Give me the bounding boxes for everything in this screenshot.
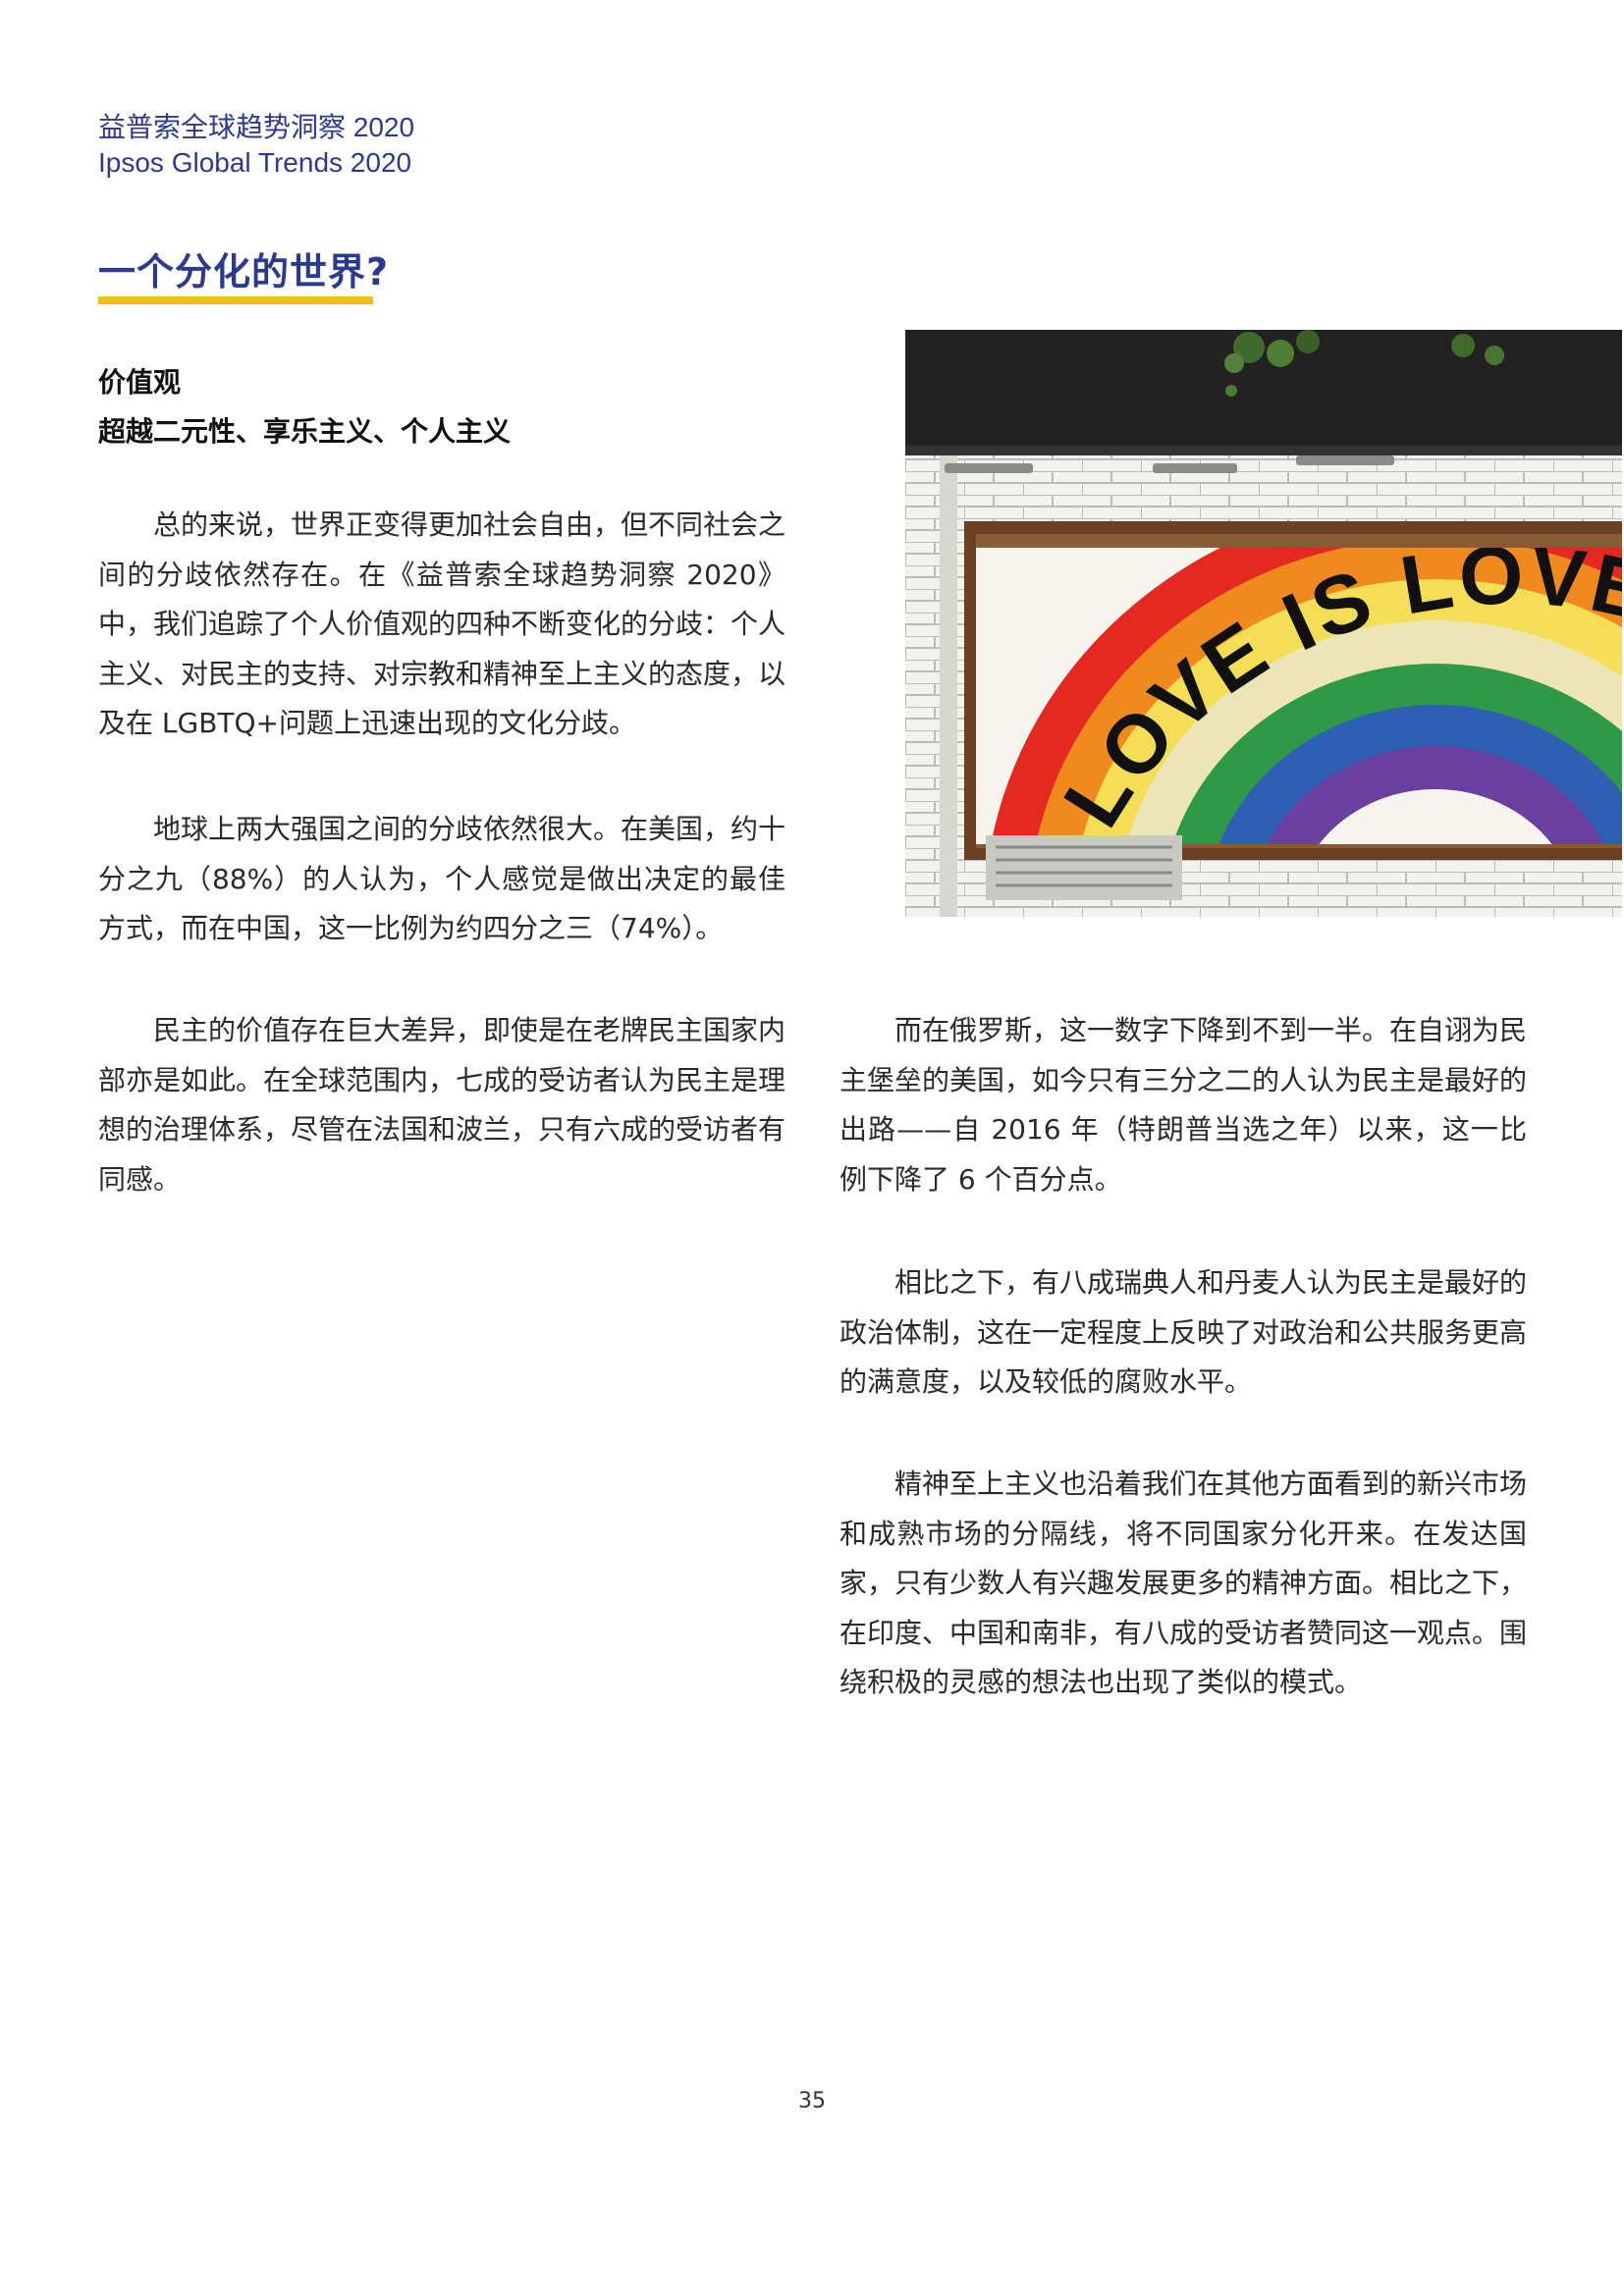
report-title-chinese: 益普索全球趋势洞察 2020	[98, 112, 415, 142]
paragraph-left-2: 地球上两大强国之间的分歧依然很大。在美国，约十分之九（88%）的人认为，个人感觉…	[98, 813, 786, 944]
section-subtitle-values: 价值观	[98, 366, 182, 399]
paragraph-right-2: 相比之下，有八成瑞典人和丹麦人认为民主是最好的政治体制，这在一定程度上反映了对政…	[839, 1266, 1528, 1398]
title-underline	[98, 296, 373, 304]
section-subtitle-themes: 超越二元性、享乐主义、个人主义	[98, 415, 512, 448]
paragraph-right-3: 精神至上主义也沿着我们在其他方面看到的新兴市场和成熟市场的分隔线，将不同国家分化…	[839, 1468, 1528, 1698]
love-is-love-billboard-photo: LOVE IS LOVE	[905, 330, 1622, 917]
paragraph-left-1: 总的来说，世界正变得更加社会自由，但不同社会之间的分歧依然存在。在《益普索全球趋…	[98, 508, 786, 739]
paragraph-right-1: 而在俄罗斯，这一数字下降到不到一半。在自诩为民主堡垒的美国，如今只有三分之二的人…	[839, 1014, 1528, 1196]
section-title: 一个分化的世界?	[98, 250, 390, 294]
paragraph-left-3: 民主的价值存在巨大差异，即使是在老牌民主国家内部亦是如此。在全球范围内，七成的受…	[98, 1014, 786, 1196]
page-number: 35	[798, 2089, 826, 2113]
report-title-english: Ipsos Global Trends 2020	[98, 147, 412, 178]
